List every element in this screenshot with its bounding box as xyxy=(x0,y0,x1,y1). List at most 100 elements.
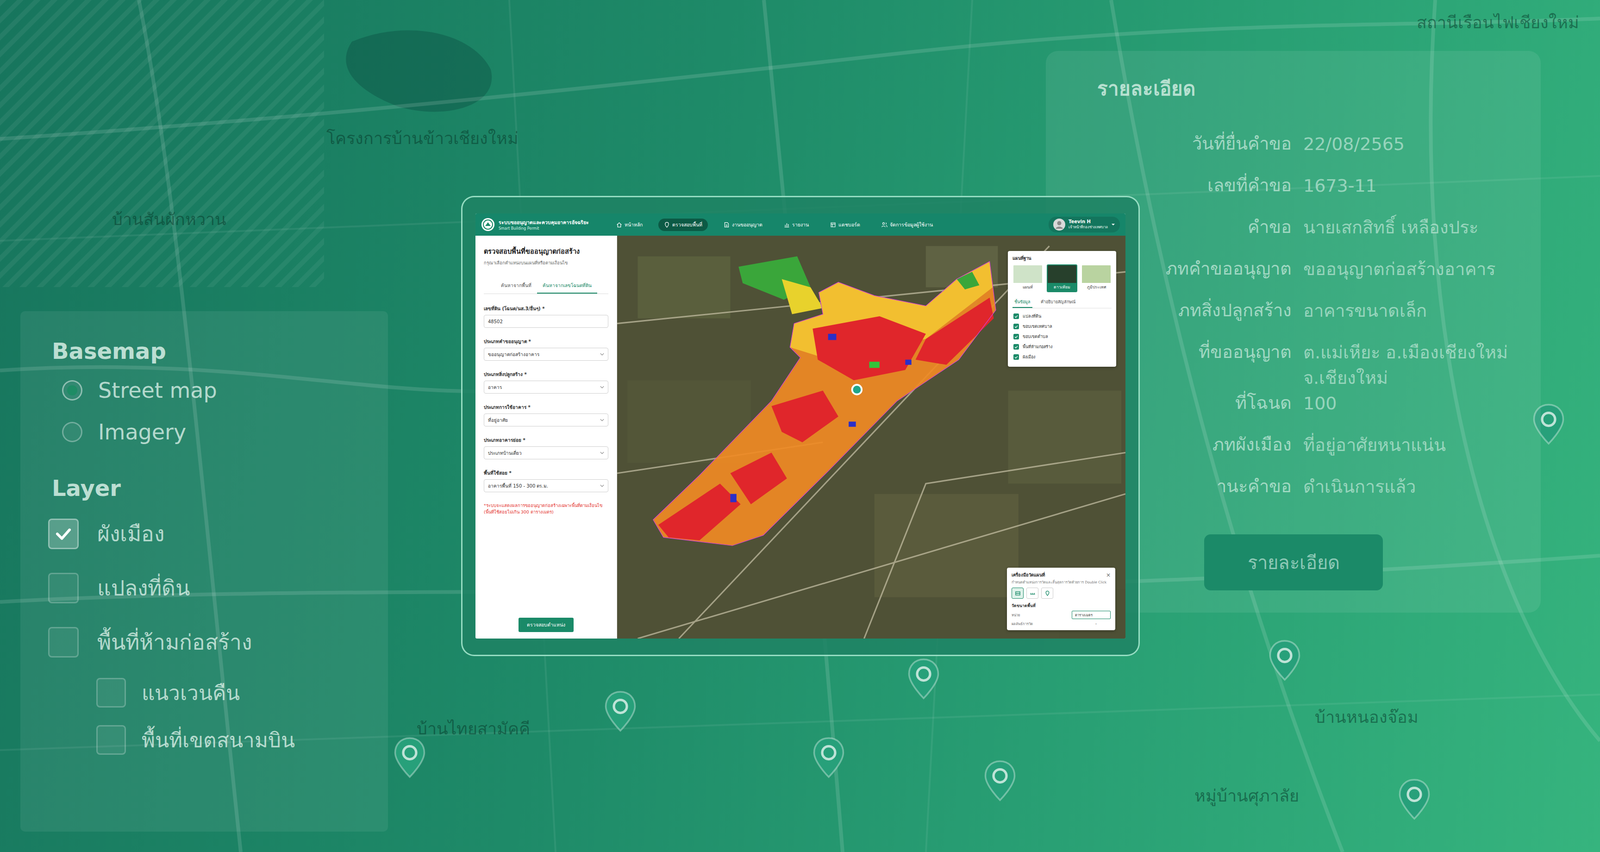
checkbox-icon[interactable] xyxy=(1013,354,1019,360)
brand-subtitle: Smart Building Permit xyxy=(498,226,589,231)
checkbox-icon[interactable] xyxy=(1013,333,1019,340)
map-pin-icon[interactable] xyxy=(393,736,426,779)
checkbox-icon[interactable] xyxy=(48,572,79,604)
map-label: โครงการบ้านข้าวเชียงใหม่ xyxy=(326,125,519,152)
checkbox-icon[interactable] xyxy=(48,626,79,658)
radio-icon[interactable] xyxy=(62,421,83,443)
measure-tool-button[interactable] xyxy=(1041,587,1054,599)
measure-point-icon xyxy=(1044,590,1051,597)
layer-option[interactable]: ผังเมือง xyxy=(48,506,361,561)
field-value: ขออนุญาตก่อสร้างอาคาร xyxy=(487,350,540,358)
select-box[interactable]: ประเภทบ้านเดี่ยว xyxy=(483,446,609,460)
select-box[interactable]: ขออนุญาตก่อสร้างอาคาร xyxy=(483,347,609,361)
layers-tab[interactable]: คำอธิบายสัญลักษณ์ xyxy=(1038,296,1078,308)
map-pin-icon[interactable] xyxy=(1268,638,1301,682)
check-location-button[interactable]: ตรวจสอบตำแหน่ง xyxy=(518,617,574,632)
measure-tool-button[interactable] xyxy=(1011,587,1024,599)
satellite-map[interactable]: แผนที่ฐานแผนที่ดาวเทียมภูมิประเทศชั้นข้อ… xyxy=(617,235,1126,639)
basemap-thumbnail-label: แผนที่ xyxy=(1013,282,1043,292)
layer-toggle-label: แปลงที่ดิน xyxy=(1022,312,1042,320)
basemap-thumbnail[interactable]: ภูมิประเทศ xyxy=(1081,264,1112,293)
select-box[interactable]: ที่อยู่อาศัย xyxy=(483,413,609,427)
form-field: ประเภทคำขออนุญาต * ขออนุญาตก่อสร้างอาคาร xyxy=(483,337,609,361)
basemap-option[interactable]: Imagery xyxy=(48,411,361,453)
checkbox-icon[interactable] xyxy=(1013,313,1019,319)
chevron-down-icon xyxy=(600,484,605,488)
detail-value: อาคารขนาดเล็ก xyxy=(1303,298,1523,324)
basemap-option-label: Street map xyxy=(98,377,218,403)
layer-toggle[interactable]: ผังเมือง xyxy=(1012,351,1112,363)
search-sidebar: ตรวจสอบพื้นที่ขออนุญาตก่อสร้างกรุณาเลือก… xyxy=(475,235,618,639)
nav-item[interactable]: จัดการข้อมูลผู้ใช้งาน xyxy=(875,218,939,232)
checkbox-icon[interactable] xyxy=(96,725,126,755)
field-label: พื้นที่ใช้สอย * xyxy=(483,469,609,477)
map-pin-icon[interactable] xyxy=(812,736,845,779)
nav-item[interactable]: ตรวจสอบพื้นที่ xyxy=(658,218,708,232)
checkbox-icon[interactable] xyxy=(96,677,126,708)
nav-item[interactable]: แดชบอร์ด xyxy=(824,218,866,232)
layer-toggle[interactable]: ขอบเขตตำบล xyxy=(1012,331,1112,342)
checkbox-icon[interactable] xyxy=(1013,323,1019,330)
basemap-thumbnail[interactable]: แผนที่ xyxy=(1012,264,1044,293)
radio-icon[interactable] xyxy=(62,380,83,401)
nav-item[interactable]: หน้าหลัก xyxy=(610,218,649,232)
map-pin-icon[interactable] xyxy=(907,657,940,700)
basemap-thumbnail-label: ภูมิประเทศ xyxy=(1081,282,1111,292)
measure-tool-button[interactable] xyxy=(1026,587,1039,599)
detail-value: ที่อยู่อาศัยหนาแน่น xyxy=(1303,432,1523,458)
basemap-option-label: Imagery xyxy=(98,419,187,445)
form-fields: เลขที่ดิน (โฉนด/นส.3/อื่นๆ) *48502ประเภท… xyxy=(483,305,609,493)
map-pin-icon[interactable] xyxy=(1398,777,1431,821)
search-tab[interactable]: ค้นหาจากเลขโฉนดที่ดิน xyxy=(537,278,598,294)
user-text: Teevin Hเจ้าหน้าที่กองช่างเทศบาล xyxy=(1068,218,1108,231)
measure-header: เครื่องมือวัดแผนที่× xyxy=(1011,571,1111,579)
unit-select[interactable]: ตารางเมตร xyxy=(1071,610,1111,619)
field-value: ประเภทบ้านเดี่ยว xyxy=(487,449,522,457)
layer-option-label: แปลงที่ดิน xyxy=(97,570,190,605)
basemap-thumbnail[interactable]: ดาวเทียม xyxy=(1046,264,1078,293)
nav-label: งานขออนุญาต xyxy=(731,220,763,229)
form-field: ประเภทอาคารย่อย *ประเภทบ้านเดี่ยว xyxy=(483,436,609,460)
detail-button[interactable]: รายละเอียด xyxy=(1204,534,1383,591)
detail-label: เลขที่คำขอ xyxy=(1097,173,1292,198)
layer-option-label: ผังเมือง xyxy=(97,516,165,551)
unit-label: หน่วย xyxy=(1011,612,1020,618)
chevron-down-icon xyxy=(600,352,605,356)
layer-toggle[interactable]: พื้นที่ห้ามก่อสร้าง xyxy=(1012,341,1112,352)
map-pin-icon[interactable] xyxy=(604,689,637,733)
select-box[interactable]: อาคารพื้นที่ 150 - 300 ตร.ม. xyxy=(483,479,609,493)
map-label: บ้านสันผักหวาน xyxy=(112,206,227,233)
layer-option[interactable]: พื้นที่ห้ามก่อสร้าง xyxy=(48,614,361,669)
field-value: 48502 xyxy=(487,318,503,325)
user-menu[interactable]: Teevin Hเจ้าหน้าที่กองช่างเทศบาล xyxy=(1048,216,1120,233)
field-label: ประเภทการใช้อาคาร * xyxy=(483,403,609,411)
layers-tab[interactable]: ชั้นข้อมูล xyxy=(1012,296,1033,308)
nav-item[interactable]: รายงาน xyxy=(778,218,815,232)
map-pin-icon[interactable] xyxy=(983,759,1017,802)
layer-option[interactable]: แปลงที่ดิน xyxy=(48,560,361,615)
field-label: ประเภทคำขออนุญาต * xyxy=(483,337,609,345)
layer-option-label: พื้นที่ห้ามก่อสร้าง xyxy=(97,625,252,659)
close-button[interactable]: × xyxy=(1106,571,1111,579)
layer-toggle[interactable]: ขอบเขตเทศบาล xyxy=(1012,321,1112,332)
brand[interactable]: ระบบขออนุญาตและควบคุมอาคารอัจฉริยะSmart … xyxy=(481,217,602,232)
basemap-preview xyxy=(1013,265,1043,283)
layer-toggle-label: พื้นที่ห้ามก่อสร้าง xyxy=(1022,343,1053,350)
layer-option[interactable]: พื้นที่เขตสนามบิน xyxy=(48,716,361,764)
page: โครงการบ้านข้าวเชียงใหม่บ้านสันผักหวานบ้… xyxy=(0,0,1600,852)
detail-label: วันที่ยื่นคำขอ xyxy=(1097,131,1292,157)
map-label: บ้านหนองจ๊อม xyxy=(1314,703,1419,731)
checkbox-icon[interactable] xyxy=(48,518,79,550)
nav-item[interactable]: งานขออนุญาต xyxy=(718,218,769,232)
layer-toggle[interactable]: แปลงที่ดิน xyxy=(1012,311,1112,322)
checkbox-icon[interactable] xyxy=(1013,343,1019,350)
text-input[interactable]: 48502 xyxy=(483,314,609,328)
layers-panel-title: แผนที่ฐาน xyxy=(1012,254,1112,262)
result-value: - xyxy=(1095,621,1111,626)
layer-option[interactable]: แนวเวนคืน xyxy=(48,668,361,717)
search-tab[interactable]: ค้นหาจากพื้นที่ xyxy=(495,278,538,294)
select-box[interactable]: อาคาร xyxy=(483,380,609,394)
measure-section-title: วัดขนาดพื้นที่ xyxy=(1011,602,1111,609)
layers-tabs: ชั้นข้อมูล คำอธิบายสัญลักษณ์ xyxy=(1012,296,1112,309)
basemap-option[interactable]: Street map xyxy=(48,369,361,412)
